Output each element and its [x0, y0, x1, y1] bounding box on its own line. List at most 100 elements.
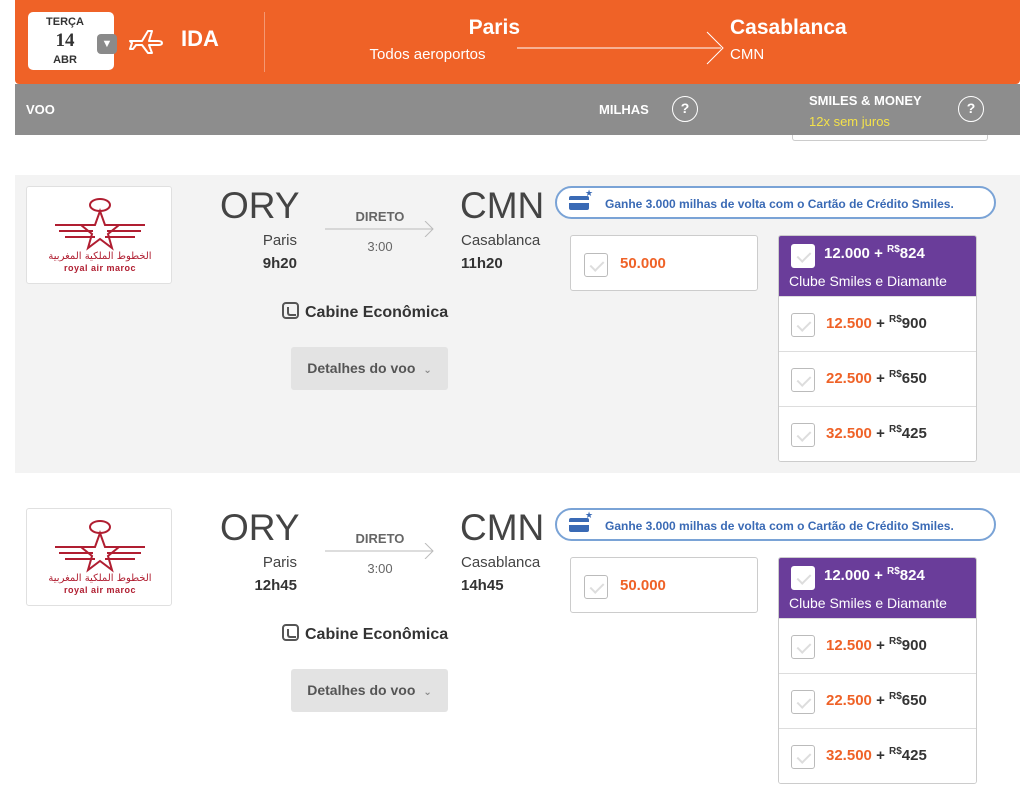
column-flight: VOO [26, 102, 55, 117]
flight-header: TERÇA 14 ABR ▼ IDA Paris Todos aeroporto… [15, 0, 1020, 84]
column-miles: MILHAS [599, 102, 649, 117]
arrival-time: 14h45 [461, 577, 504, 594]
origin-airports: Todos aeroportos [369, 46, 486, 63]
club-option[interactable]: 12.000 + R$824 Clube Smiles e Diamante [779, 236, 976, 296]
column-smiles-money: SMILES & MONEY [809, 93, 922, 108]
airline-name: royal air maroc [63, 263, 137, 273]
date-weekday: TERÇA [46, 16, 84, 28]
checkbox[interactable] [791, 423, 815, 447]
checkbox[interactable] [791, 566, 815, 590]
checkbox[interactable] [791, 313, 815, 337]
cabin-label: Cabine Econômica [305, 304, 449, 321]
details-label: Detalhes do voo [307, 360, 416, 376]
route-arrow-icon [517, 31, 724, 65]
help-icon[interactable]: ? [958, 96, 984, 122]
smiles-money-option[interactable]: 32.500 + R$425 [779, 728, 976, 783]
chevron-down-icon: ⌄ [423, 365, 432, 376]
smiles-money-option[interactable]: 22.500 + R$650 [779, 673, 976, 728]
checkbox[interactable] [584, 253, 608, 277]
credit-card-icon [569, 510, 593, 532]
miles-price: 50.000 [620, 577, 666, 594]
option-price: 12.500 + R$900 [826, 636, 927, 654]
promo-text: Ganhe 3.000 milhas de volta com o Cartão… [605, 519, 954, 533]
chevron-down-icon[interactable]: ▼ [97, 34, 117, 54]
credit-card-icon [569, 188, 593, 210]
miles-option[interactable]: 50.000 [570, 235, 758, 291]
seat-icon [282, 624, 299, 641]
checkbox[interactable] [791, 244, 815, 268]
smiles-money-option[interactable]: 32.500 + R$425 [779, 406, 976, 461]
smiles-money-option[interactable]: 12.500 + R$900 [779, 618, 976, 673]
royal-air-maroc-emblem-icon [55, 198, 145, 251]
club-option[interactable]: 12.000 + R$824 Clube Smiles e Diamante [779, 558, 976, 618]
checkbox[interactable] [584, 575, 608, 599]
option-price: 12.500 + R$900 [826, 314, 927, 332]
destination-city: Casablanca [461, 232, 541, 249]
departure-time: 9h20 [262, 255, 297, 272]
checkbox[interactable] [791, 690, 815, 714]
option-price: 22.500 + R$650 [826, 691, 927, 709]
destination-airport: CMN [730, 46, 765, 63]
date-day: 14 [55, 30, 75, 51]
airline-arabic-name: الخطوط الملكية المغربية [48, 573, 152, 584]
checkbox[interactable] [791, 745, 815, 769]
help-icon[interactable]: ? [672, 96, 698, 122]
club-label: Clube Smiles e Diamante [789, 595, 947, 611]
flight-details-button[interactable]: Detalhes do voo ⌄ [291, 347, 448, 390]
destination-city: Casablanca [730, 16, 847, 39]
miles-price: 50.000 [620, 255, 666, 272]
smiles-money-option[interactable]: 12.500 + R$900 [779, 296, 976, 351]
flight-duration: 3:00 [367, 239, 393, 254]
club-label: Clube Smiles e Diamante [789, 273, 947, 289]
chevron-down-icon: ⌄ [423, 687, 432, 698]
date-month: ABR [53, 54, 77, 66]
destination-code: CMN [460, 507, 545, 548]
dropdown-edge [792, 135, 988, 141]
checkbox[interactable] [791, 368, 815, 392]
flight-details-button[interactable]: Detalhes do voo ⌄ [291, 669, 448, 712]
installments-note: 12x sem juros [809, 114, 890, 129]
origin-city: Paris [262, 232, 297, 249]
origin-code: ORY [220, 185, 300, 226]
origin-code: ORY [220, 507, 300, 548]
cabin-label: Cabine Econômica [305, 626, 449, 643]
smiles-money-option[interactable]: 22.500 + R$650 [779, 351, 976, 406]
cabin-class: Cabine Econômica [282, 624, 448, 644]
flight-duration: 3:00 [367, 561, 393, 576]
miles-option[interactable]: 50.000 [570, 557, 758, 613]
option-price: 32.500 + R$425 [826, 746, 927, 764]
details-label: Detalhes do voo [307, 682, 416, 698]
header-divider [264, 12, 265, 72]
arrow-right-icon [325, 543, 434, 559]
airline-logo: الخطوط الملكية المغربية royal air maroc [26, 508, 172, 606]
promo-text: Ganhe 3.000 milhas de volta com o Cartão… [605, 197, 954, 211]
arrival-time: 11h20 [461, 255, 503, 272]
option-price: 22.500 + R$650 [826, 369, 927, 387]
column-header: VOO MILHAS ? SMILES & MONEY 12x sem juro… [15, 84, 1020, 135]
smiles-money-options: 12.000 + R$824 Clube Smiles e Diamante 1… [778, 235, 977, 462]
checkbox[interactable] [791, 635, 815, 659]
credit-card-promo[interactable]: Ganhe 3.000 milhas de volta com o Cartão… [555, 508, 996, 541]
origin-city: Paris [468, 16, 520, 39]
departure-time: 12h45 [254, 577, 297, 594]
royal-air-maroc-emblem-icon [55, 520, 145, 573]
flight-card: الخطوط الملكية المغربية royal air maroc … [15, 497, 1020, 795]
smiles-money-options: 12.000 + R$824 Clube Smiles e Diamante 1… [778, 557, 977, 784]
flight-card: الخطوط الملكية المغربية royal air maroc … [15, 175, 1020, 473]
club-price: 12.000 + R$824 [824, 244, 925, 262]
direction-label: IDA [181, 26, 219, 51]
origin-city: Paris [262, 554, 297, 571]
credit-card-promo[interactable]: Ganhe 3.000 milhas de volta com o Cartão… [555, 186, 996, 219]
destination-city: Casablanca [461, 554, 541, 571]
club-price: 12.000 + R$824 [824, 566, 925, 584]
plane-icon [129, 30, 163, 54]
date-selector[interactable]: TERÇA 14 ABR ▼ [28, 12, 117, 70]
airline-name: royal air maroc [63, 585, 137, 595]
destination-code: CMN [460, 185, 545, 226]
seat-icon [282, 302, 299, 319]
arrow-right-icon [325, 221, 434, 237]
airline-logo: الخطوط الملكية المغربية royal air maroc [26, 186, 172, 284]
option-price: 32.500 + R$425 [826, 424, 927, 442]
cabin-class: Cabine Econômica [282, 302, 448, 322]
airline-arabic-name: الخطوط الملكية المغربية [48, 251, 152, 262]
